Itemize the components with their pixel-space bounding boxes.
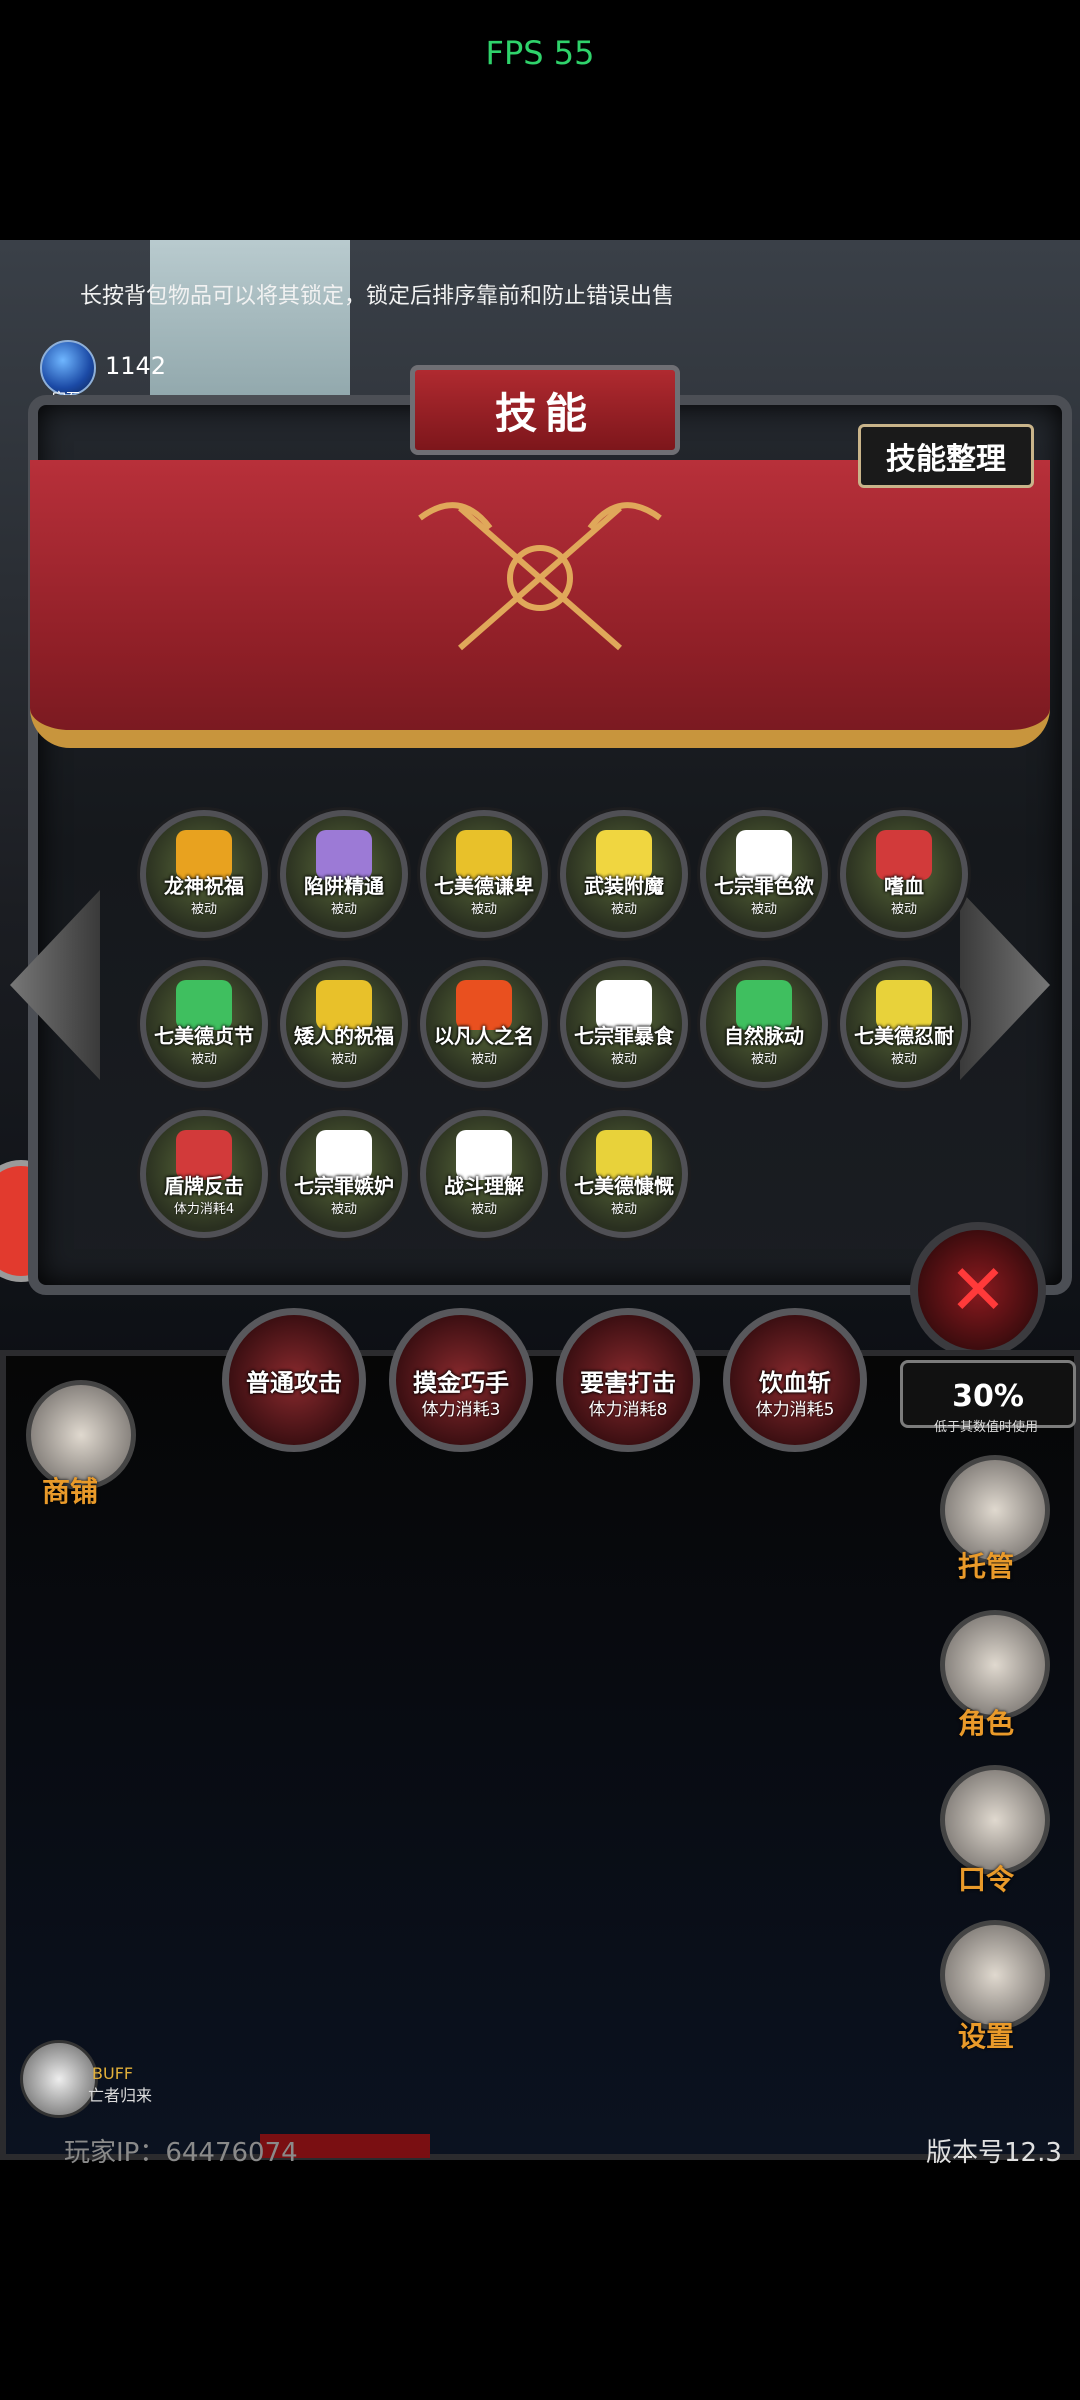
skill-name: 七美德慷慨 bbox=[574, 1174, 674, 1198]
gem-count: 1142 bbox=[105, 352, 167, 380]
shop-label: 商铺 bbox=[42, 1475, 99, 1508]
skill-name: 七美德忍耐 bbox=[854, 1024, 954, 1048]
skill-type: 被动 bbox=[610, 1202, 637, 1217]
passive-skill[interactable]: 七美德谦卑 被动 bbox=[420, 810, 548, 938]
skill-type: 被动 bbox=[330, 1202, 357, 1217]
skill-name: 七美德谦卑 bbox=[434, 874, 534, 898]
skill-type: 体力消耗4 bbox=[173, 1202, 235, 1217]
skill-name: 矮人的祝福 bbox=[294, 1024, 394, 1048]
skill-name: 嗜血 bbox=[884, 874, 924, 898]
skill-name: 七美德贞节 bbox=[154, 1024, 254, 1048]
skill-type: 被动 bbox=[470, 1202, 497, 1217]
active-skill-button[interactable]: 要害打击体力消耗8 bbox=[556, 1308, 700, 1452]
threshold-value: 30% bbox=[952, 1379, 1024, 1414]
active-skill-cost: 体力消耗3 bbox=[421, 1400, 501, 1420]
skill-name: 七宗罪暴食 bbox=[574, 1024, 674, 1048]
skill-name: 自然脉动 bbox=[724, 1024, 804, 1048]
buff-name: 亡者归来 bbox=[88, 2086, 153, 2105]
skull-icon[interactable] bbox=[20, 2040, 98, 2118]
passive-skill[interactable]: 七宗罪嫉妒 被动 bbox=[280, 1110, 408, 1238]
active-skill-name: 饮血斩 bbox=[759, 1369, 831, 1397]
fps-counter: FPS 55 bbox=[485, 34, 595, 72]
code-label: 口令 bbox=[958, 1863, 1015, 1896]
skill-type: 被动 bbox=[610, 1052, 637, 1067]
skill-type: 被动 bbox=[470, 1052, 497, 1067]
skill-name: 龙神祝福 bbox=[164, 874, 244, 898]
passive-skill[interactable]: 七宗罪色欲 被动 bbox=[700, 810, 828, 938]
skill-name: 陷阱精通 bbox=[304, 874, 384, 898]
panel-title: 技能 bbox=[410, 365, 680, 455]
skill-name: 七宗罪色欲 bbox=[714, 874, 814, 898]
background-sky bbox=[150, 240, 350, 410]
skill-type: 被动 bbox=[190, 1052, 217, 1067]
skill-name: 武装附魔 bbox=[584, 874, 664, 898]
passive-skill[interactable]: 自然脉动 被动 bbox=[700, 960, 828, 1088]
skill-name: 七宗罪嫉妒 bbox=[294, 1174, 394, 1198]
skill-type: 被动 bbox=[890, 902, 917, 917]
passive-skill[interactable]: 盾牌反击体力消耗4 bbox=[140, 1110, 268, 1238]
organize-skills-button[interactable]: 技能整理 bbox=[858, 424, 1034, 488]
character-label: 角色 bbox=[958, 1707, 1015, 1740]
passive-skill[interactable]: 七美德贞节 被动 bbox=[140, 960, 268, 1088]
active-skill-cost: 体力消耗5 bbox=[755, 1400, 835, 1420]
passive-skill[interactable]: 七宗罪暴食 被动 bbox=[560, 960, 688, 1088]
passive-skill[interactable]: 陷阱精通 被动 bbox=[280, 810, 408, 938]
active-skill-cost: 体力消耗8 bbox=[588, 1400, 668, 1420]
active-skill-name: 摸金巧手 bbox=[413, 1369, 509, 1397]
skill-type: 被动 bbox=[610, 902, 637, 917]
buff-label: BUFF bbox=[92, 2064, 134, 2083]
skill-type: 被动 bbox=[330, 1052, 357, 1067]
skill-name: 战斗理解 bbox=[444, 1174, 524, 1198]
active-skill-button[interactable]: 普通攻击 bbox=[222, 1308, 366, 1452]
battle-log-area bbox=[0, 1350, 1080, 2160]
skill-type: 被动 bbox=[750, 902, 777, 917]
skill-name: 以凡人之名 bbox=[434, 1024, 534, 1048]
skill-type: 被动 bbox=[470, 902, 497, 917]
passive-skill[interactable]: 战斗理解 被动 bbox=[420, 1110, 548, 1238]
settings-label: 设置 bbox=[958, 2020, 1015, 2053]
threshold-note: 低于其数值时使用 bbox=[933, 1420, 1038, 1435]
active-skill-button[interactable]: 摸金巧手体力消耗3 bbox=[389, 1308, 533, 1452]
skill-name: 盾牌反击 bbox=[164, 1174, 244, 1198]
skill-type: 被动 bbox=[890, 1052, 917, 1067]
crossed-swords-emblem-icon bbox=[418, 502, 662, 651]
active-skill-name: 普通攻击 bbox=[246, 1369, 342, 1397]
skill-type: 被动 bbox=[750, 1052, 777, 1067]
settings-gear-icon[interactable] bbox=[940, 1920, 1050, 2030]
player-ip: 玩家IP：64476074 bbox=[64, 2138, 298, 2168]
auto-label: 托管 bbox=[958, 1550, 1015, 1583]
skill-type: 被动 bbox=[190, 902, 217, 917]
passive-skill[interactable]: 七美德慷慨 被动 bbox=[560, 1110, 688, 1238]
passive-skill[interactable]: 龙神祝福 被动 bbox=[140, 810, 268, 938]
hint-text: 长按背包物品可以将其锁定，锁定后排序靠前和防止错误出售 bbox=[80, 284, 675, 309]
close-icon[interactable]: ✕ bbox=[910, 1222, 1046, 1358]
passive-skill[interactable]: 武装附魔 被动 bbox=[560, 810, 688, 938]
version-label: 版本号12.3 bbox=[926, 2138, 1062, 2168]
passive-skill[interactable]: 七美德忍耐 被动 bbox=[840, 960, 968, 1088]
passive-skill[interactable]: 以凡人之名 被动 bbox=[420, 960, 548, 1088]
active-skill-name: 要害打击 bbox=[580, 1369, 676, 1397]
passive-skill[interactable]: 矮人的祝福 被动 bbox=[280, 960, 408, 1088]
active-skill-button[interactable]: 饮血斩体力消耗5 bbox=[723, 1308, 867, 1452]
passive-skill[interactable]: 嗜血 被动 bbox=[840, 810, 968, 938]
skill-type: 被动 bbox=[330, 902, 357, 917]
